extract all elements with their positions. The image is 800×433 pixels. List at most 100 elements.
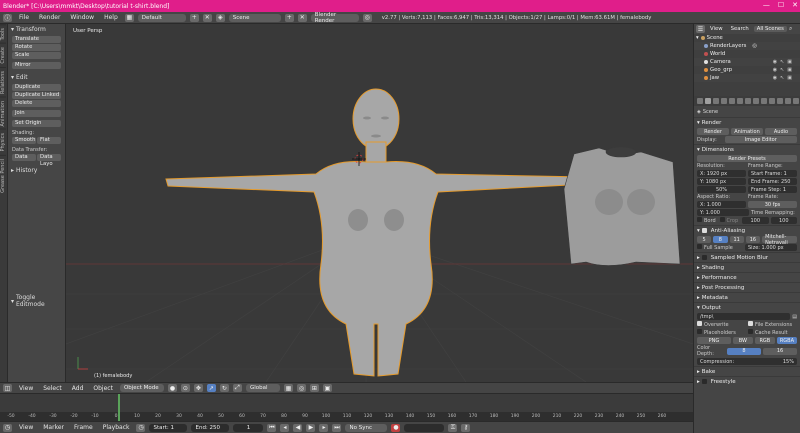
data-context-icon[interactable] bbox=[761, 98, 767, 104]
performance-panel-header[interactable]: ▸ Performance bbox=[694, 272, 800, 282]
manipulator-toggle-icon[interactable]: ✥ bbox=[193, 384, 203, 392]
remove-layout-icon[interactable]: ✕ bbox=[202, 13, 212, 22]
frame-step-field[interactable]: Frame Step: 1 bbox=[748, 186, 797, 193]
properties-editor-icon[interactable] bbox=[697, 98, 703, 104]
layers-icon[interactable]: ▦ bbox=[283, 384, 293, 392]
aa-samples-16-button[interactable]: 16 bbox=[745, 236, 761, 243]
outliner-search-icon[interactable]: ⌕ bbox=[789, 25, 792, 33]
aa-samples-8-button[interactable]: 8 bbox=[713, 236, 728, 243]
aa-size-field[interactable]: Size: 1.000 px bbox=[745, 244, 797, 251]
overwrite-checkbox[interactable]: Overwrite bbox=[697, 321, 746, 328]
world-context-icon[interactable] bbox=[729, 98, 735, 104]
join-button[interactable]: Join bbox=[12, 110, 61, 117]
edit-panel-header[interactable]: ▾ Edit bbox=[8, 72, 65, 83]
color-bw-button[interactable]: BW bbox=[732, 337, 753, 344]
mirror-button[interactable]: Mirror bbox=[12, 62, 61, 69]
render-camera-icon[interactable]: ▣ bbox=[787, 59, 792, 65]
animation-button[interactable]: Animation bbox=[731, 128, 763, 135]
outliner-view-menu[interactable]: View bbox=[707, 26, 726, 32]
transform-panel-header[interactable]: ▾ Transform bbox=[8, 24, 65, 35]
scale-button[interactable]: Scale bbox=[12, 52, 61, 59]
current-frame-marker[interactable] bbox=[118, 394, 120, 422]
color-depth-8-button[interactable]: 8 bbox=[727, 347, 761, 355]
smooth-button[interactable]: Smooth bbox=[12, 137, 36, 144]
resolution-percentage-field[interactable]: 50% bbox=[697, 186, 746, 193]
translate-button[interactable]: Translate bbox=[12, 36, 61, 43]
freestyle-panel-header[interactable]: ▸ Freestyle bbox=[694, 376, 800, 386]
modifiers-context-icon[interactable] bbox=[753, 98, 759, 104]
toggle-editmode-header[interactable]: ▾ Toggle Editmode bbox=[8, 292, 65, 310]
outliner-item-geo-grp[interactable]: Geo_grp ◉ ↖ ▣ bbox=[694, 66, 800, 74]
data-button[interactable]: Data bbox=[12, 154, 36, 161]
outliner-editor-icon[interactable]: ☰ bbox=[696, 25, 705, 33]
render-engine-select[interactable]: Blender Render bbox=[310, 12, 359, 24]
cache-result-checkbox[interactable]: Cache Result bbox=[748, 329, 797, 336]
add-layout-icon[interactable]: + bbox=[189, 13, 199, 22]
data-layout-button[interactable]: Data Layo bbox=[37, 154, 61, 167]
color-rgb-button[interactable]: RGB bbox=[754, 337, 775, 344]
outliner-item-camera[interactable]: Camera ◉ ↖ ▣ bbox=[694, 58, 800, 66]
render-preview-icon[interactable]: ▣ bbox=[322, 384, 332, 392]
snap-icon[interactable]: ⊞ bbox=[309, 384, 319, 392]
next-keyframe-icon[interactable]: ▸ bbox=[319, 423, 329, 432]
scene-select[interactable]: Scene bbox=[228, 13, 281, 22]
file-format-select[interactable]: PNG bbox=[697, 337, 731, 344]
material-context-icon[interactable] bbox=[769, 98, 775, 104]
auto-keying-record-icon[interactable]: ● bbox=[391, 423, 401, 432]
menu-help[interactable]: Help bbox=[101, 14, 121, 21]
delete-keyframe-icon[interactable]: ⚷ bbox=[461, 423, 471, 432]
outliner-item-scene[interactable]: ▾ Scene bbox=[694, 34, 800, 42]
visibility-eye-icon[interactable]: ◉ bbox=[773, 67, 777, 73]
set-origin-dropdown[interactable]: Set Origin bbox=[12, 120, 61, 127]
playback-menu[interactable]: Playback bbox=[100, 424, 133, 431]
select-arrow-icon[interactable]: ↖ bbox=[780, 75, 784, 81]
visibility-eye-icon[interactable]: ◉ bbox=[773, 75, 777, 81]
timeline-editor[interactable]: -50 -40 -30 -20 -10 0 10 20 30 40 50 60 70 80 90 100 110… bbox=[0, 393, 693, 422]
time-remap-old-field[interactable]: 100 bbox=[742, 217, 769, 224]
transform-orientation-select[interactable]: Global bbox=[245, 384, 280, 392]
menu-file[interactable]: File bbox=[16, 14, 32, 21]
output-path-field[interactable]: /tmp\ bbox=[697, 313, 791, 320]
file-extensions-checkbox[interactable]: File Extensions bbox=[748, 321, 797, 328]
outliner-display-mode[interactable]: All Scenes bbox=[753, 26, 787, 32]
border-checkbox[interactable]: Bord bbox=[697, 217, 718, 224]
viewport-shading-icon[interactable]: ● bbox=[167, 384, 177, 392]
editor-type-icon[interactable]: ◫ bbox=[3, 384, 12, 392]
tab-create[interactable]: Create bbox=[0, 43, 6, 67]
bake-panel-header[interactable]: ▸ Bake bbox=[694, 366, 800, 376]
texture-context-icon[interactable] bbox=[777, 98, 783, 104]
duplicate-button[interactable]: Duplicate bbox=[12, 84, 61, 91]
object-context-icon[interactable] bbox=[737, 98, 743, 104]
visibility-eye-icon[interactable]: ◉ bbox=[773, 59, 777, 65]
constraints-context-icon[interactable] bbox=[745, 98, 751, 104]
scale-manipulator-icon[interactable]: ⤢ bbox=[232, 384, 242, 392]
editor-type-icon[interactable]: ◷ bbox=[3, 423, 12, 432]
time-remap-new-field[interactable]: 100 bbox=[770, 217, 797, 224]
color-rgba-button[interactable]: RGBA bbox=[776, 337, 798, 344]
current-frame-field[interactable]: 1 bbox=[233, 423, 264, 432]
dimensions-panel-header[interactable]: ▾ Dimensions bbox=[694, 144, 800, 154]
freestyle-checkbox[interactable] bbox=[701, 379, 707, 384]
placeholders-checkbox[interactable]: Placeholders bbox=[697, 329, 746, 336]
marker-menu[interactable]: Marker bbox=[40, 424, 67, 431]
select-arrow-icon[interactable]: ↖ bbox=[780, 67, 784, 73]
menu-window[interactable]: Window bbox=[67, 14, 97, 21]
tab-tools[interactable]: Tools bbox=[0, 24, 6, 44]
motion-blur-checkbox[interactable] bbox=[701, 255, 707, 260]
sampled-motion-blur-panel-header[interactable]: ▸ Sampled Motion Blur bbox=[694, 252, 800, 262]
editor-type-icon[interactable]: ⓘ bbox=[3, 13, 12, 22]
full-sample-checkbox[interactable]: Full Sample bbox=[697, 244, 743, 251]
keying-set-field[interactable] bbox=[404, 423, 445, 432]
physics-context-icon[interactable] bbox=[793, 98, 799, 104]
translate-manipulator-icon[interactable]: ↗ bbox=[206, 384, 216, 392]
crop-checkbox[interactable]: Crop bbox=[719, 217, 741, 224]
display-select[interactable]: Image Editor bbox=[724, 136, 797, 143]
particles-context-icon[interactable] bbox=[785, 98, 791, 104]
aa-samples-5-button[interactable]: 5 bbox=[697, 236, 712, 243]
render-camera-icon[interactable]: ▣ bbox=[787, 75, 792, 81]
remove-scene-icon[interactable]: ✕ bbox=[297, 13, 307, 22]
render-layers-context-icon[interactable] bbox=[713, 98, 719, 104]
duplicate-linked-button[interactable]: Duplicate Linked bbox=[12, 92, 61, 99]
rotate-manipulator-icon[interactable]: ↻ bbox=[219, 384, 229, 392]
proportional-edit-icon[interactable]: ◎ bbox=[296, 384, 306, 392]
